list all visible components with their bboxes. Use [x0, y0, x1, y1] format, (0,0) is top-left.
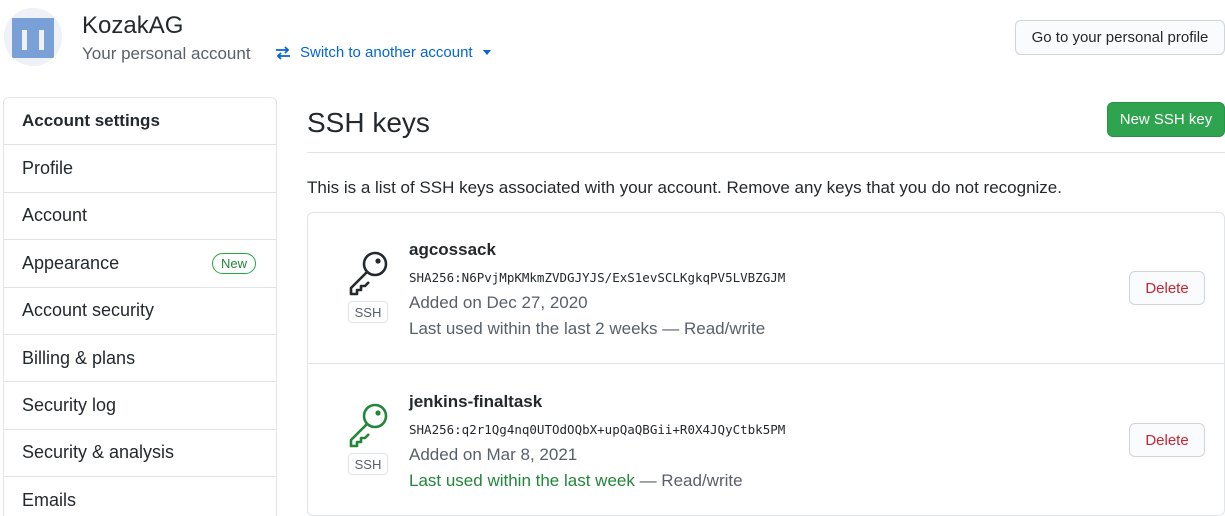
key-title: agcossack [409, 240, 496, 259]
sidebar-item-label: Appearance [22, 252, 120, 273]
sidebar-item-label: Security & analysis [22, 442, 175, 463]
ssh-key-item: SSH jenkins-finaltask SHA256:q2r1Qg4nq0U… [308, 365, 1224, 516]
sidebar-item-label: Emails [22, 489, 77, 510]
access-level: — Read/write [634, 471, 743, 490]
key-fingerprint: SHA256:q2r1Qg4nq0UTOdOQbX+upQaQBGii+R0X4… [409, 422, 786, 437]
account-name: KozakAG [82, 12, 184, 39]
new-ssh-key-button[interactable]: New SSH key [1107, 102, 1225, 137]
key-icon [349, 403, 388, 448]
sidebar-item-security-log[interactable]: Security log [4, 382, 276, 430]
sidebar-item-label: Account security [22, 300, 155, 321]
delete-key-button[interactable]: Delete [1129, 423, 1205, 457]
sidebar-item-billing[interactable]: Billing & plans [4, 335, 276, 383]
personal-profile-button[interactable]: Go to your personal profile [1015, 20, 1225, 55]
sidebar-item-profile[interactable]: Profile [4, 145, 276, 193]
account-subtitle: Your personal account [82, 44, 251, 63]
sidebar-item-emails[interactable]: Emails [4, 477, 276, 516]
sidebar-item-security-analysis[interactable]: Security & analysis [4, 430, 276, 478]
sidebar-item-label: Account [22, 205, 88, 226]
ssh-type-badge: SSH [348, 453, 388, 475]
key-last-used: Last used within the last week — Read/wr… [409, 471, 743, 491]
page-description: This is a list of SSH keys associated wi… [307, 178, 1062, 197]
last-used-text: Last used within the last week [409, 471, 635, 490]
sidebar-item-account[interactable]: Account [4, 193, 276, 241]
ssh-key-list: SSH agcossack SHA256:N6PvjMpKMkmZVDGJYJS… [307, 212, 1225, 516]
key-icon [349, 251, 388, 296]
key-added-date: Added on Dec 27, 2020 [409, 293, 588, 312]
arrow-switch-icon [276, 45, 290, 60]
sidebar-item-appearance[interactable]: Appearance New [4, 240, 276, 288]
access-level: — Read/write [657, 319, 766, 338]
sidebar-item-label: Profile [22, 158, 74, 179]
ssh-key-item: SSH agcossack SHA256:N6PvjMpKMkmZVDGJYJS… [308, 213, 1224, 364]
settings-sidebar: Account settings Profile Account Appeara… [3, 97, 277, 516]
new-badge: New [211, 252, 256, 274]
last-used-text: Last used within the last 2 weeks [409, 319, 658, 338]
account-header: KozakAG Your personal account Switch to … [0, 0, 1225, 80]
sidebar-item-label: Security log [22, 395, 117, 416]
sidebar-heading-label: Account settings [22, 111, 160, 131]
key-added-date: Added on Mar 8, 2021 [409, 445, 578, 464]
avatar[interactable] [4, 8, 62, 66]
ssh-type-badge: SSH [348, 301, 388, 323]
switch-account-link[interactable]: Switch to another account [274, 44, 491, 61]
divider [307, 152, 1225, 153]
caret-down-icon [482, 50, 491, 55]
key-fingerprint: SHA256:N6PvjMpKMkmZVDGJYJS/ExS1evSCLKgkq… [409, 270, 786, 285]
sidebar-heading: Account settings [4, 98, 276, 146]
sidebar-item-account-security[interactable]: Account security [4, 288, 276, 335]
delete-key-button[interactable]: Delete [1129, 271, 1205, 305]
switch-account-label: Switch to another account [300, 44, 473, 61]
key-title: jenkins-finaltask [409, 392, 543, 411]
page-title: SSH keys [307, 107, 430, 138]
key-last-used: Last used within the last 2 weeks — Read… [409, 319, 765, 339]
sidebar-item-label: Billing & plans [22, 347, 136, 368]
